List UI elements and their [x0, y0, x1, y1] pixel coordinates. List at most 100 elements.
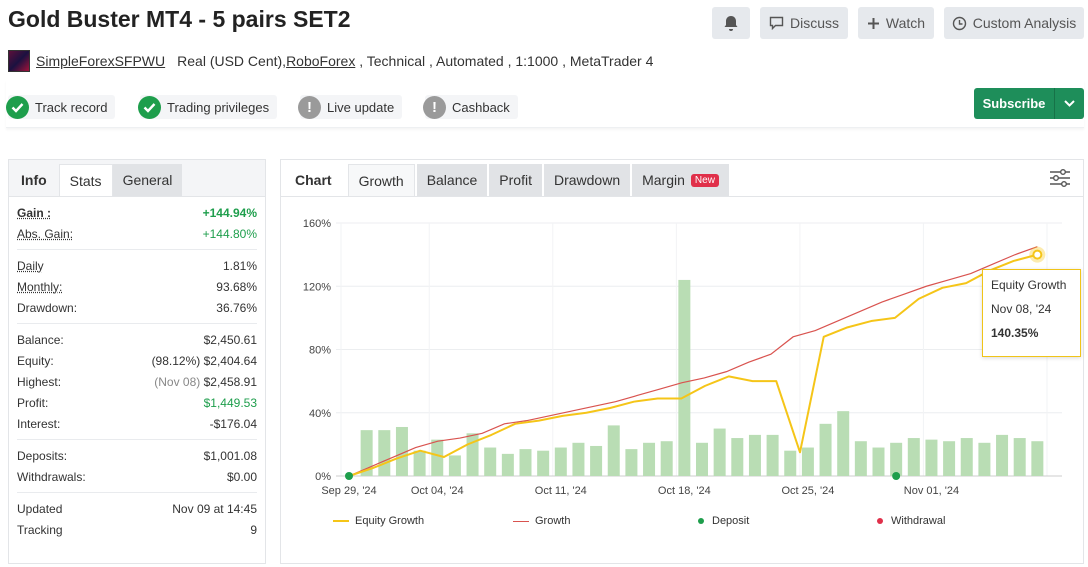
chart-bar [431, 439, 444, 476]
badge-label: Cashback [452, 99, 510, 115]
stat-daily: Daily 1.81% [17, 258, 257, 273]
stats-list: Gain : +144.94% Abs. Gain: +144.80% Daily 1… [17, 202, 257, 540]
divider [17, 323, 257, 324]
stat-abs-gain: Abs. Gain: +144.80% [17, 226, 257, 241]
chart-bar [978, 442, 991, 476]
chart-bar [413, 450, 426, 476]
watch-button[interactable]: Watch [858, 7, 934, 39]
chart-bar [696, 442, 708, 476]
check-icon [6, 95, 29, 119]
x-tick-label: Oct 18, '24 [658, 485, 711, 497]
chart-bar [537, 450, 550, 476]
legend-deposit[interactable]: Deposit [698, 515, 749, 527]
legend-growth[interactable]: Growth [513, 515, 570, 527]
stat-highest: Highest: (Nov 08) $2,458.91 [17, 374, 257, 389]
plus-icon [867, 17, 879, 29]
author-link[interactable]: SimpleForexSFPWU [36, 53, 165, 69]
chart-bar [519, 449, 532, 476]
chart-bar [748, 434, 761, 476]
filter-settings-icon[interactable] [1049, 168, 1071, 193]
page-title: Gold Buster MT4 - 5 pairs SET2 [8, 6, 351, 32]
tab-profit[interactable]: Profit [489, 164, 542, 196]
chart-bar [625, 449, 638, 476]
chart-bar [907, 438, 920, 476]
x-tick-label: Nov 01, '24 [904, 485, 959, 497]
growth-chart[interactable]: 0% 40% 80% 120% 160% Sep 29, '24 Oct 04, '24 Oc… [281, 198, 1083, 510]
stat-profit: Profit: $1,449.53 [17, 395, 257, 410]
x-tick-label: Oct 04, '24 [411, 485, 464, 497]
x-tick-label: Oct 25, '24 [781, 485, 834, 497]
tab-growth[interactable]: Growth [347, 164, 415, 196]
chat-icon [769, 16, 784, 30]
badge-label: Live update [327, 99, 395, 115]
chart-bar [1031, 441, 1044, 476]
new-badge: New [690, 173, 719, 187]
chart-bar [960, 438, 973, 476]
avatar[interactable] [8, 50, 30, 72]
stat-updated: Updated Nov 09 at 14:45 [17, 501, 257, 516]
legend-line-icon [333, 520, 349, 522]
badge-label: Track record [35, 99, 108, 115]
chart-bar [484, 447, 497, 476]
stat-tracking: Tracking 9 [17, 522, 257, 537]
tab-stats[interactable]: Stats [58, 164, 113, 196]
chart-bar [713, 428, 726, 476]
chart-bar [890, 442, 903, 476]
y-tick-label: 160% [303, 218, 331, 230]
notifications-button[interactable] [712, 7, 750, 39]
stat-gain: Gain : +144.94% [17, 205, 257, 220]
divider [17, 492, 257, 493]
tab-info[interactable]: Info [9, 164, 59, 196]
divider [17, 249, 257, 250]
legend-withdrawal[interactable]: Withdrawal [877, 515, 945, 527]
chart-tooltip: Equity Growth Nov 08, '24 140.35% [982, 269, 1081, 357]
chart-bar [554, 447, 567, 476]
broker-link[interactable]: RoboForex [286, 53, 355, 69]
y-tick-label: 40% [309, 408, 331, 420]
exclamation-icon: ! [298, 95, 321, 119]
chart-bar [378, 430, 391, 476]
account-type: Real (USD Cent), [177, 53, 287, 69]
chart-bar [731, 438, 744, 476]
chart-bar [943, 441, 956, 476]
stat-withdrawals: Withdrawals: $0.00 [17, 469, 257, 484]
x-tick-label: Sep 29, '24 [321, 485, 376, 497]
tab-balance[interactable]: Balance [416, 164, 488, 196]
tab-margin[interactable]: Margin New [632, 164, 729, 196]
badge-trading-privileges[interactable]: Trading privileges [138, 95, 278, 119]
legend-dot-icon [698, 518, 704, 524]
custom-analysis-button[interactable]: Custom Analysis [944, 7, 1084, 39]
tab-chart[interactable]: Chart [281, 164, 346, 196]
chart-bar [448, 455, 461, 476]
bell-icon [724, 15, 738, 31]
chart-bar [607, 425, 620, 476]
discuss-button[interactable]: Discuss [760, 7, 848, 39]
subscribe-button[interactable]: Subscribe [974, 88, 1084, 119]
stat-balance: Balance: $2,450.61 [17, 332, 257, 347]
custom-analysis-label: Custom Analysis [972, 15, 1077, 31]
divider [17, 439, 257, 440]
badge-label: Trading privileges [167, 99, 270, 115]
badge-live-update[interactable]: ! Live update [298, 95, 403, 119]
deposit-marker [892, 472, 901, 480]
y-tick-label: 0% [315, 471, 331, 483]
legend-dot-icon [877, 518, 883, 524]
legend-line-icon [513, 520, 529, 522]
chart-bar [501, 453, 514, 476]
system-meta: SimpleForexSFPWU Real (USD Cent), RoboFo… [8, 50, 653, 72]
chart-tabs: Chart Growth Balance Profit Drawdown Mar… [281, 160, 1083, 197]
chart-bar [872, 447, 885, 476]
chart-bar [590, 445, 603, 476]
chart-bar [854, 441, 867, 476]
badge-track-record[interactable]: Track record [6, 95, 116, 119]
tab-drawdown[interactable]: Drawdown [543, 164, 631, 196]
deposit-marker [345, 472, 353, 480]
tab-general[interactable]: General [112, 164, 183, 196]
meta-details: , Technical , Automated , 1:1000 , MetaT… [355, 53, 654, 69]
legend-equity-growth[interactable]: Equity Growth [333, 515, 424, 527]
chevron-down-icon[interactable] [1054, 88, 1084, 119]
chart-bar [925, 439, 938, 476]
chart-panel: Chart Growth Balance Profit Drawdown Mar… [280, 159, 1084, 564]
badge-cashback[interactable]: ! Cashback [423, 95, 518, 119]
stat-monthly: Monthly: 93.68% [17, 279, 257, 294]
